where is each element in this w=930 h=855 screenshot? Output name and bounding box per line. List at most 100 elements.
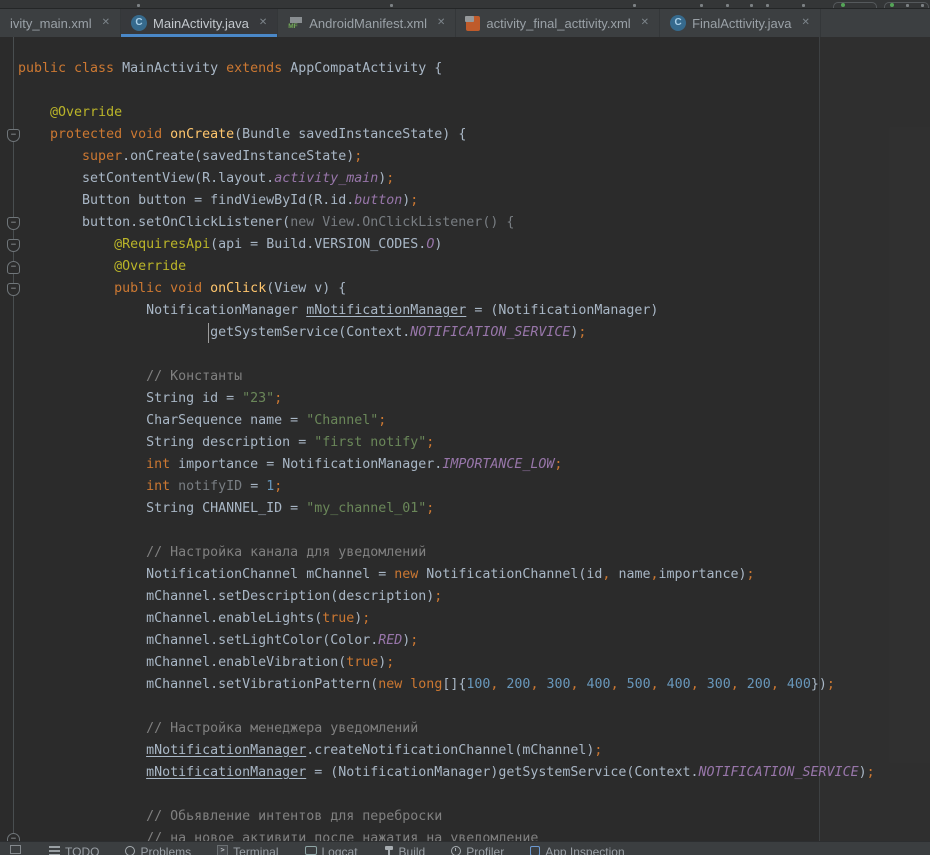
tab-close-icon[interactable]: ✕ [641, 18, 649, 28]
code-token: super [82, 149, 122, 164]
android-studio-window: ivity_main.xml✕CMainActivity.java✕MFAndr… [0, 0, 930, 855]
code-token: .onCreate(savedInstanceState) [122, 149, 354, 164]
fold-marker[interactable]: − [7, 239, 20, 252]
code-token: (View v) { [266, 281, 346, 296]
tool-window-button-logcat[interactable]: Logcat [305, 845, 358, 855]
problems-icon [125, 846, 135, 855]
code-line[interactable]: // Настройка менеджера уведомлений [18, 718, 875, 740]
code-token [18, 127, 50, 142]
logcat-icon [305, 846, 317, 855]
tab-close-icon[interactable]: ✕ [802, 18, 810, 28]
code-token: MainActivity [114, 61, 226, 76]
code-line[interactable]: public class MainActivity extends AppCom… [18, 58, 875, 80]
tool-window-button-terminal[interactable]: Terminal [217, 845, 278, 855]
code-token: ; [554, 457, 562, 472]
code-line[interactable]: mChannel.setVibrationPattern(new long[]{… [18, 674, 875, 696]
tab-activity-final-acttivity-xml[interactable]: activity_final_acttivity.xml✕ [456, 9, 660, 37]
code-line[interactable]: // на новое активити после нажатия на ув… [18, 828, 875, 841]
code-token: @Override [114, 259, 186, 274]
code-token: }) [811, 677, 827, 692]
code-line[interactable]: NotificationChannel mChannel = new Notif… [18, 564, 875, 586]
tab-ivity-main-xml[interactable]: ivity_main.xml✕ [0, 9, 121, 37]
tool-window-button-todo[interactable]: TODO [49, 845, 99, 855]
code-token: mChannel.setVibrationPattern( [18, 677, 378, 692]
code-token [18, 281, 114, 296]
code-token: mChannel.setLightColor(Color. [18, 633, 378, 648]
code-line[interactable]: // Настройка канала для уведомлений [18, 542, 875, 564]
code-line[interactable]: super.onCreate(savedInstanceState); [18, 146, 875, 168]
code-token [619, 677, 627, 692]
code-token: NOTIFICATION_SERVICE [698, 765, 858, 780]
tab-mainactivity-java[interactable]: CMainActivity.java✕ [121, 9, 278, 37]
toolbar-glyph-remnant [921, 4, 924, 7]
tab-close-icon[interactable]: ✕ [437, 18, 445, 28]
fold-marker[interactable]: − [7, 833, 20, 841]
code-line[interactable]: @Override [18, 256, 875, 278]
fold-marker[interactable]: − [7, 283, 20, 296]
code-line[interactable]: String CHANNEL_ID = "my_channel_01"; [18, 498, 875, 520]
code-line[interactable]: int importance = NotificationManager.IMP… [18, 454, 875, 476]
code-token: true [322, 611, 354, 626]
code-line[interactable]: protected void onCreate(Bundle savedInst… [18, 124, 875, 146]
code-line[interactable] [18, 80, 875, 102]
code-line[interactable]: @Override [18, 102, 875, 124]
code-token: ; [378, 413, 386, 428]
code-line[interactable]: mChannel.setDescription(description); [18, 586, 875, 608]
code-line[interactable]: mNotificationManager = (NotificationMana… [18, 762, 875, 784]
fold-marker[interactable]: − [7, 129, 20, 142]
code-token: // Настройка менеджера уведомлений [18, 721, 418, 736]
profiler-icon [451, 846, 461, 855]
toolbar-glyph-remnant [802, 4, 805, 7]
code-line[interactable]: CharSequence name = "Channel"; [18, 410, 875, 432]
tab-finalacttivity-java[interactable]: CFinalActtivity.java✕ [660, 9, 821, 37]
code-line[interactable] [18, 696, 875, 718]
code-area[interactable]: public class MainActivity extends AppCom… [18, 58, 875, 841]
code-line[interactable]: mChannel.setLightColor(Color.RED); [18, 630, 875, 652]
code-token: ; [827, 677, 835, 692]
code-line[interactable]: getSystemService(Context.NOTIFICATION_SE… [18, 322, 875, 344]
code-line[interactable] [18, 520, 875, 542]
fold-minus-glyph: − [11, 835, 16, 841]
code-line[interactable]: // Константы [18, 366, 875, 388]
code-line[interactable]: mNotificationManager.createNotificationC… [18, 740, 875, 762]
code-token: new [378, 677, 402, 692]
code-line[interactable]: String id = "23"; [18, 388, 875, 410]
tab-close-icon[interactable]: ✕ [102, 18, 110, 28]
code-line[interactable]: int notifyID = 1; [18, 476, 875, 498]
code-token: mChannel.setDescription(description) [18, 589, 434, 604]
fold-marker[interactable]: − [7, 217, 20, 230]
tool-window-button-app-inspection[interactable]: App Inspection [530, 845, 624, 855]
code-line[interactable]: Button button = findViewById(R.id.button… [18, 190, 875, 212]
code-editor[interactable]: public class MainActivity extends AppCom… [0, 37, 930, 841]
code-line[interactable]: @RequiresApi(api = Build.VERSION_CODES.O… [18, 234, 875, 256]
code-token: String CHANNEL_ID = [18, 501, 306, 516]
window-layout-icon[interactable] [10, 845, 21, 854]
run-button-outline[interactable] [833, 2, 877, 9]
code-line[interactable]: button.setOnClickListener(new View.OnCli… [18, 212, 875, 234]
code-token: .createNotificationChannel(mChannel) [306, 743, 594, 758]
code-line[interactable]: mChannel.enableLights(true); [18, 608, 875, 630]
tool-window-label: TODO [65, 845, 99, 855]
code-line[interactable]: setContentView(R.layout.activity_main); [18, 168, 875, 190]
tab-androidmanifest-xml[interactable]: MFAndroidManifest.xml✕ [278, 9, 456, 37]
tab-close-icon[interactable]: ✕ [259, 18, 267, 28]
code-line[interactable]: NotificationManager mNotificationManager… [18, 300, 875, 322]
tool-window-button-problems[interactable]: Problems [125, 845, 191, 855]
tool-window-label: App Inspection [545, 845, 624, 855]
code-token: @Override [50, 105, 122, 120]
java-class-icon: C [131, 15, 147, 31]
tool-window-button-build[interactable]: Build [384, 845, 426, 855]
fold-marker[interactable]: − [7, 261, 20, 274]
code-token: 500 [627, 677, 651, 692]
code-token: String description = [18, 435, 314, 450]
code-token: ; [867, 765, 875, 780]
code-line[interactable]: public void onClick(View v) { [18, 278, 875, 300]
code-line[interactable]: String description = "first notify"; [18, 432, 875, 454]
code-token [18, 743, 146, 758]
code-token: NotificationManager [18, 303, 306, 318]
code-line[interactable] [18, 784, 875, 806]
code-line[interactable] [18, 344, 875, 366]
tool-window-button-profiler[interactable]: Profiler [451, 845, 504, 855]
code-line[interactable]: // Обьявление интентов для переброски [18, 806, 875, 828]
code-line[interactable]: mChannel.enableVibration(true); [18, 652, 875, 674]
